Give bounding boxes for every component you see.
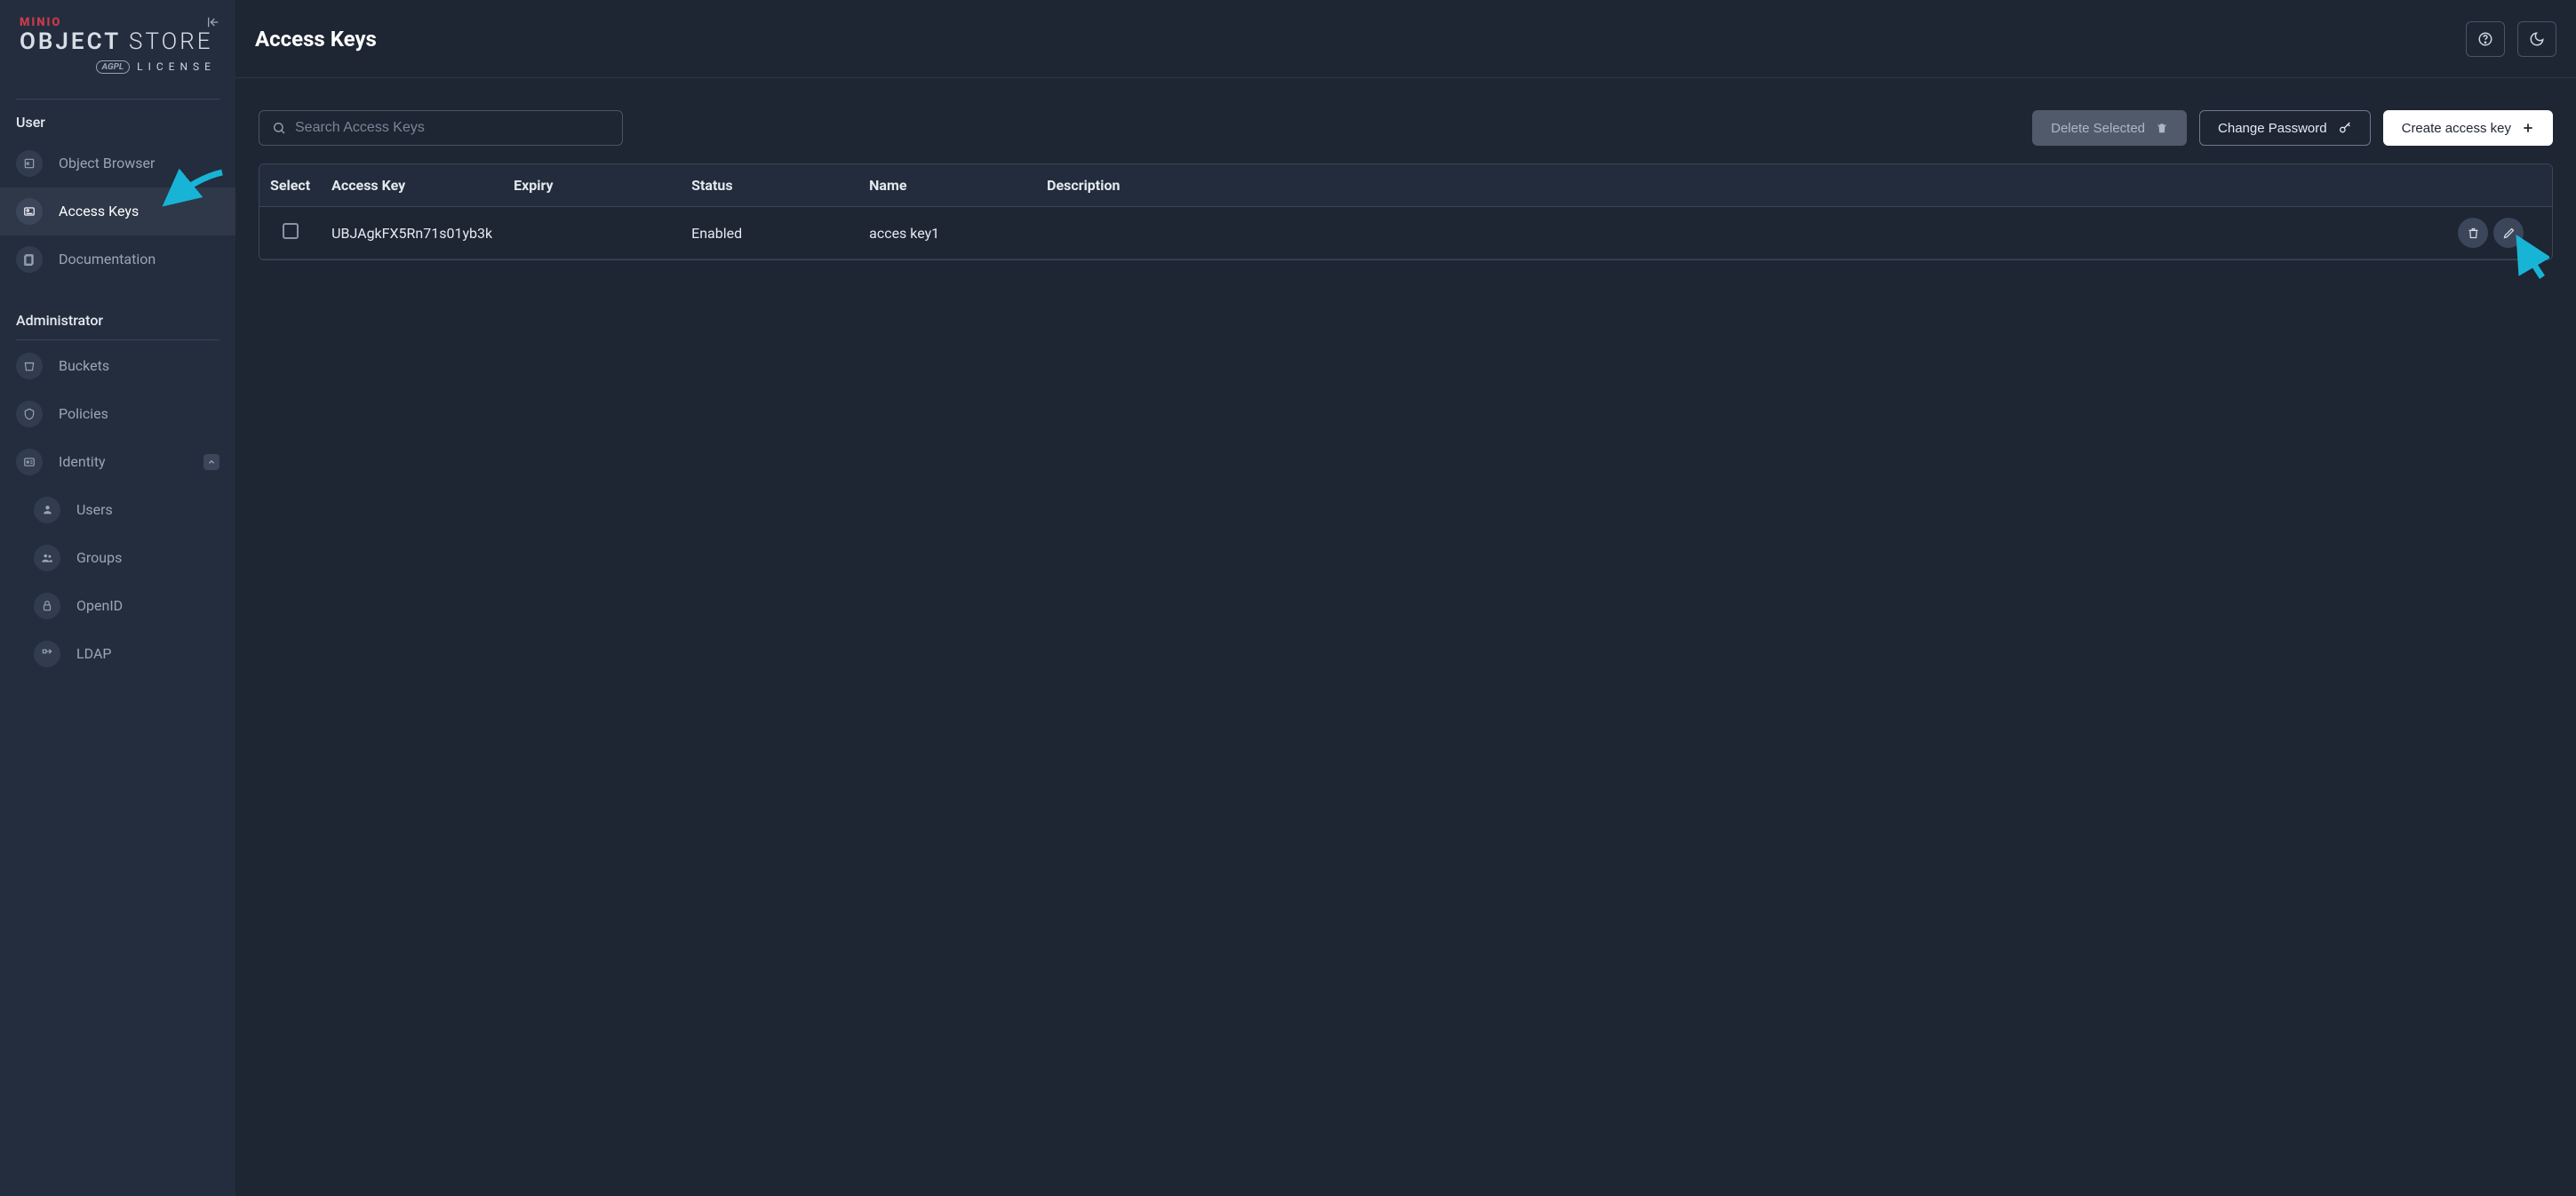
sidebar-item-label: Policies: [59, 405, 219, 422]
plus-icon: [2522, 122, 2534, 134]
logo-minio: MINIO: [20, 16, 216, 29]
access-keys-icon: [16, 198, 43, 225]
cell-expiry: [503, 207, 681, 259]
cell-access-key: UBJAgkFX5Rn71s01yb3k: [321, 207, 503, 259]
delete-selected-button[interactable]: Delete Selected: [2032, 110, 2187, 146]
th-actions: [2428, 164, 2552, 207]
main: Access Keys Delete Selected Chan: [235, 0, 2576, 1196]
collapse-icon: [206, 15, 220, 29]
th-select: Select: [259, 164, 321, 207]
key-icon: [2338, 121, 2352, 135]
cell-actions: [2428, 207, 2552, 259]
ldap-icon: [34, 641, 60, 667]
cell-select: [259, 207, 321, 259]
agpl-badge: AGPL: [96, 60, 131, 74]
identity-icon: [16, 449, 43, 475]
search-icon: [272, 121, 286, 135]
access-keys-table: Select Access Key Expiry Status Name Des…: [259, 163, 2553, 260]
button-label: Create access key: [2402, 121, 2511, 136]
logo: MINIO OBJECT STORE AGPL LICENSE: [20, 16, 216, 74]
section-title-admin: Administrator: [0, 299, 235, 338]
topbar: Access Keys: [235, 0, 2576, 78]
chevron-up-icon: [203, 454, 219, 470]
users-icon: [34, 497, 60, 523]
sidebar-item-label: Access Keys: [59, 203, 219, 219]
change-password-button[interactable]: Change Password: [2199, 110, 2371, 146]
documentation-icon: [16, 246, 43, 273]
button-label: Change Password: [2218, 121, 2327, 136]
moon-icon: [2529, 31, 2545, 47]
buckets-icon: [16, 353, 43, 379]
table-row[interactable]: UBJAgkFX5Rn71s01yb3k Enabled acces key1: [259, 207, 2552, 259]
row-edit-button[interactable]: [2493, 218, 2524, 248]
row-delete-button[interactable]: [2458, 218, 2488, 248]
sidebar-item-buckets[interactable]: Buckets: [0, 342, 235, 390]
logo-object: OBJECT: [20, 28, 121, 55]
sidebar-item-label: LDAP: [76, 645, 219, 662]
license-row: AGPL LICENSE: [20, 60, 216, 74]
sidebar-item-label: Buckets: [59, 357, 219, 374]
th-expiry: Expiry: [503, 164, 681, 207]
license-text: LICENSE: [137, 60, 216, 73]
policies-icon: [16, 401, 43, 427]
divider: [16, 339, 219, 340]
theme-toggle-button[interactable]: [2517, 21, 2556, 57]
search-box[interactable]: [259, 110, 623, 146]
sidebar-item-policies[interactable]: Policies: [0, 390, 235, 438]
cell-keyname: acces key1: [858, 207, 1036, 259]
cell-description: [1036, 207, 2428, 259]
sidebar: MINIO OBJECT STORE AGPL LICENSE User Obj…: [0, 0, 235, 1196]
button-label: Delete Selected: [2051, 121, 2145, 136]
topbar-actions: [2466, 21, 2556, 57]
sidebar-item-documentation[interactable]: Documentation: [0, 235, 235, 283]
sidebar-item-access-keys[interactable]: Access Keys: [0, 187, 235, 235]
openid-icon: [34, 593, 60, 619]
help-button[interactable]: [2466, 21, 2505, 57]
sidebar-item-label: Identity: [59, 453, 187, 470]
object-browser-icon: [16, 150, 43, 177]
create-access-key-button[interactable]: Create access key: [2383, 110, 2553, 146]
trash-icon: [2467, 227, 2480, 240]
sidebar-item-label: Groups: [76, 549, 219, 566]
th-name: Name: [858, 164, 1036, 207]
sidebar-header: MINIO OBJECT STORE AGPL LICENSE: [0, 0, 235, 88]
section-title-user: User: [0, 101, 235, 140]
th-access-key: Access Key: [321, 164, 503, 207]
th-status: Status: [681, 164, 858, 207]
sidebar-item-ldap[interactable]: LDAP: [0, 630, 235, 678]
trash-icon: [2156, 122, 2168, 134]
table-header-row: Select Access Key Expiry Status Name Des…: [259, 164, 2552, 207]
row-checkbox[interactable]: [283, 223, 299, 239]
groups-icon: [34, 545, 60, 571]
sidebar-item-groups[interactable]: Groups: [0, 534, 235, 582]
logo-object-store: OBJECT STORE: [20, 29, 216, 55]
help-icon: [2477, 31, 2493, 47]
sidebar-item-label: Users: [76, 501, 219, 518]
toolbar: Delete Selected Change Password Create a…: [235, 78, 2576, 163]
sidebar-item-object-browser[interactable]: Object Browser: [0, 140, 235, 187]
sidebar-item-identity[interactable]: Identity: [0, 438, 235, 486]
page-title: Access Keys: [255, 27, 377, 52]
divider: [16, 99, 219, 100]
sidebar-item-label: Documentation: [59, 251, 219, 267]
collapse-sidebar-button[interactable]: [203, 12, 223, 32]
cell-status: Enabled: [681, 207, 858, 259]
sidebar-item-openid[interactable]: OpenID: [0, 582, 235, 630]
pencil-icon: [2502, 227, 2516, 240]
logo-store: STORE: [129, 28, 213, 55]
sidebar-item-label: OpenID: [76, 597, 219, 614]
search-input[interactable]: [295, 120, 610, 136]
sidebar-item-users[interactable]: Users: [0, 486, 235, 534]
sidebar-item-label: Object Browser: [59, 155, 219, 171]
th-description: Description: [1036, 164, 2428, 207]
